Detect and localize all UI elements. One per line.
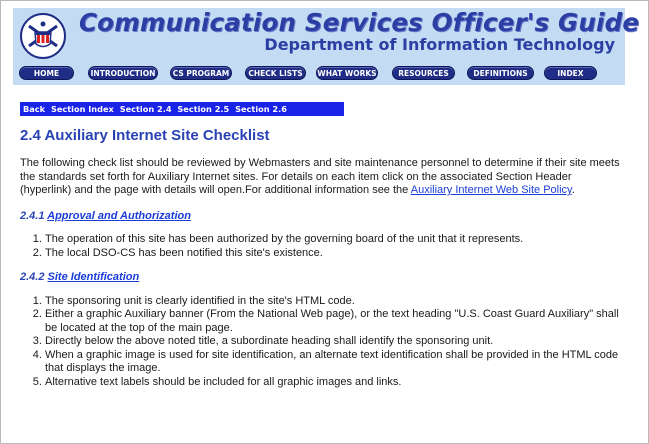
- list-item: Directly below the above noted title, a …: [45, 335, 625, 349]
- nav-home[interactable]: HOME: [19, 66, 74, 80]
- site-title: Communication Services Officer's Guide: [79, 8, 640, 37]
- section-link-site-identification[interactable]: Site Identification: [48, 271, 140, 283]
- coast-guard-auxiliary-seal-icon: [20, 13, 66, 59]
- section-nav-index[interactable]: Section Index: [51, 104, 114, 114]
- page-title: 2.4 Auxiliary Internet Site Checklist: [20, 127, 270, 144]
- section-nav-back[interactable]: Back: [23, 104, 45, 114]
- section-nav-bar: Back Section Index Section 2.4 Section 2…: [20, 102, 344, 116]
- nav-introduction[interactable]: INTRODUCTION: [88, 66, 158, 80]
- nav-resources[interactable]: RESOURCES: [392, 66, 455, 80]
- section-link-approval[interactable]: Approval and Authorization: [47, 210, 191, 222]
- checklist: The sponsoring unit is clearly identifie…: [20, 295, 625, 390]
- nav-cs-program[interactable]: CS PROGRAM: [170, 66, 232, 80]
- intro-end: .: [571, 184, 575, 196]
- section-nav-2-4[interactable]: Section 2.4: [120, 104, 172, 114]
- nav-definitions[interactable]: DEFINITIONS: [467, 66, 534, 80]
- policy-link[interactable]: Auxiliary Internet Web Site Policy: [411, 184, 572, 196]
- nav-index[interactable]: INDEX: [544, 66, 597, 80]
- site-banner: Communication Services Officer's Guide D…: [13, 8, 639, 85]
- list-item: The sponsoring unit is clearly identifie…: [45, 295, 625, 309]
- nav-check-lists[interactable]: CHECK LISTS: [245, 66, 306, 80]
- browser-page: Communication Services Officer's Guide D…: [0, 0, 649, 444]
- section-nav-2-5[interactable]: Section 2.5: [177, 104, 229, 114]
- section-heading: 2.4.2 Site Identification: [20, 271, 625, 285]
- list-item: The local DSO-CS has been notified this …: [45, 247, 625, 261]
- list-item: The operation of this site has been auth…: [45, 233, 625, 247]
- checklist: The operation of this site has been auth…: [20, 233, 625, 260]
- section-number: 2.4.1: [20, 209, 45, 222]
- intro-paragraph: The following check list should be revie…: [20, 157, 625, 198]
- list-item: Alternative text labels should be includ…: [45, 376, 625, 390]
- section-heading: 2.4.1 Approval and Authorization: [20, 210, 625, 224]
- section-nav-2-6[interactable]: Section 2.6: [235, 104, 287, 114]
- site-subtitle: Department of Information Technology: [264, 35, 615, 54]
- list-item: When a graphic image is used for site id…: [45, 349, 625, 376]
- main-nav: HOME INTRODUCTION CS PROGRAM CHECK LISTS…: [19, 66, 619, 80]
- list-item: Either a graphic Auxiliary banner (From …: [45, 308, 625, 335]
- section-number: 2.4.2: [20, 271, 45, 283]
- nav-what-works[interactable]: WHAT WORKS: [316, 66, 378, 80]
- main-content: 2.4 Auxiliary Internet Site Checklist Th…: [20, 127, 625, 400]
